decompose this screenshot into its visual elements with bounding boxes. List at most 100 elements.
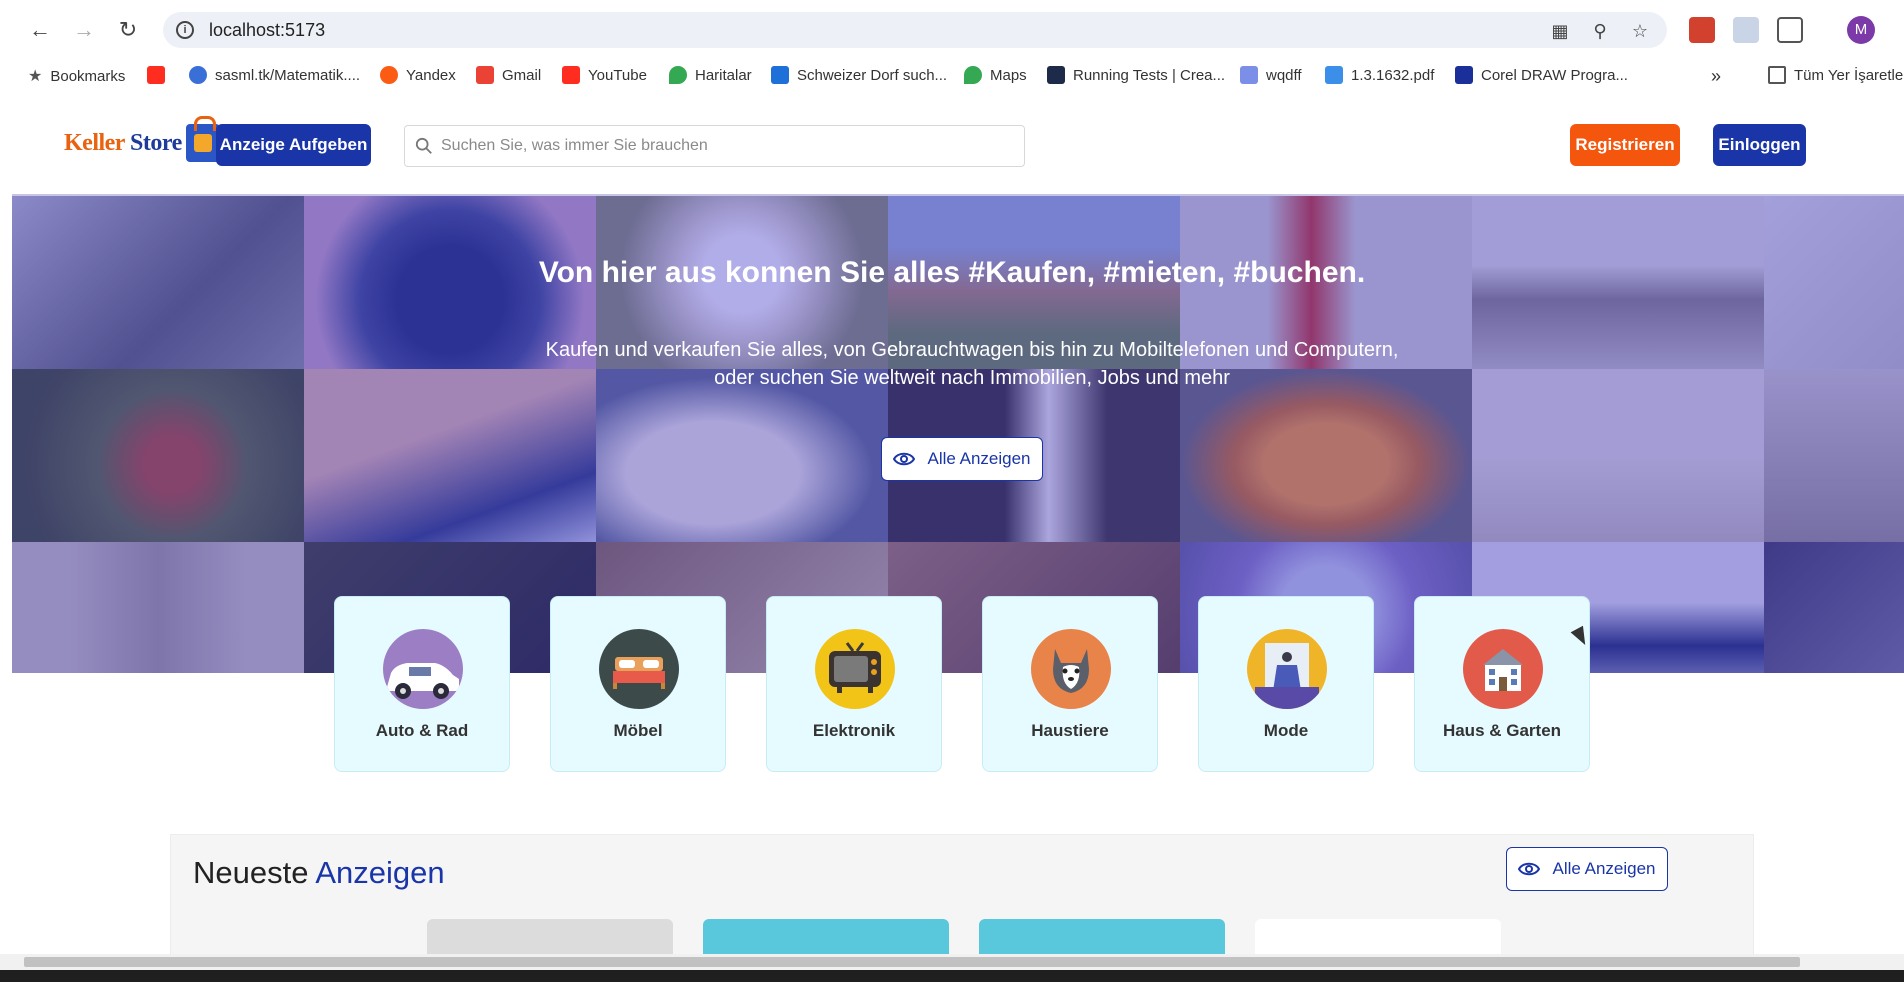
bookmark-label: Maps bbox=[990, 66, 1027, 84]
ad-card-image[interactable] bbox=[979, 919, 1225, 954]
site-icon bbox=[1240, 66, 1258, 84]
bookmark-label: Haritalar bbox=[695, 66, 752, 84]
category-label: Mode bbox=[1263, 721, 1309, 740]
site-icon bbox=[1455, 66, 1473, 84]
site-icon bbox=[771, 66, 789, 84]
ad-card-image[interactable] bbox=[427, 919, 673, 954]
site-info-icon[interactable]: i bbox=[176, 21, 194, 39]
ad-card-image[interactable] bbox=[1255, 919, 1501, 954]
gmail-icon bbox=[476, 66, 494, 84]
category-label: Haus & Garten bbox=[1442, 721, 1562, 740]
translate-icon[interactable]: ▦ bbox=[1549, 20, 1571, 42]
bookmark-label: Tüm Yer İşaretle bbox=[1794, 66, 1904, 84]
pdf-icon bbox=[1325, 66, 1343, 84]
bookmark-label: Running Tests | Crea... bbox=[1073, 66, 1226, 84]
hero-subtitle: Kaufen und verkaufen Sie alles, von Gebr… bbox=[545, 339, 1399, 389]
yandex-icon bbox=[380, 66, 398, 84]
extension-icon[interactable] bbox=[1733, 17, 1759, 43]
shopping-bag-icon bbox=[185, 116, 220, 162]
os-taskbar bbox=[0, 970, 1904, 982]
extension-icon[interactable] bbox=[1689, 17, 1715, 43]
ad-card-image[interactable] bbox=[703, 919, 949, 954]
search-box[interactable] bbox=[404, 125, 1025, 167]
category-card-furniture[interactable]: Möbel bbox=[550, 596, 726, 772]
more-bookmarks-icon[interactable]: » bbox=[1711, 66, 1721, 87]
car-icon bbox=[383, 629, 463, 709]
site-logo[interactable]: Keller Store bbox=[64, 116, 220, 162]
category-card-pets[interactable]: Haustiere bbox=[982, 596, 1158, 772]
bed-icon bbox=[599, 629, 679, 709]
house-icon bbox=[1463, 629, 1543, 709]
horizontal-scrollbar[interactable] bbox=[0, 954, 1904, 970]
bookmark-label: Bookmarks bbox=[50, 67, 126, 85]
profile-avatar[interactable]: M bbox=[1847, 16, 1875, 44]
youtube-icon bbox=[147, 66, 165, 84]
logo-text: Keller Store bbox=[64, 129, 182, 156]
bookmark-label: Yandex bbox=[406, 66, 456, 84]
register-button[interactable]: Registrieren bbox=[1570, 124, 1680, 166]
tv-icon bbox=[815, 629, 895, 709]
bookmark-item[interactable]: Yandex bbox=[380, 66, 456, 84]
bookmark-item[interactable]: sasml.tk/Matematik.... bbox=[189, 66, 360, 84]
zoom-icon[interactable]: ⚲ bbox=[1589, 20, 1611, 42]
site-icon bbox=[1047, 66, 1065, 84]
category-label: Auto & Rad bbox=[375, 721, 469, 740]
bookmark-item[interactable]: 1.3.1632.pdf bbox=[1325, 66, 1434, 84]
category-card-auto[interactable]: Auto & Rad bbox=[334, 596, 510, 772]
bookmark-item[interactable]: ★ Bookmarks bbox=[28, 66, 125, 86]
section-title: Neueste Anzeigen bbox=[193, 855, 445, 890]
youtube-icon bbox=[562, 66, 580, 84]
all-ads-button-label: Alle Anzeigen bbox=[1552, 859, 1656, 878]
login-button[interactable]: Einloggen bbox=[1713, 124, 1806, 166]
all-ads-button-label: Alle Anzeigen bbox=[927, 449, 1031, 468]
bookmark-label: wqdff bbox=[1266, 66, 1302, 84]
bookmark-item[interactable]: Running Tests | Crea... bbox=[1047, 66, 1225, 84]
category-label: Möbel bbox=[613, 721, 663, 740]
bookmark-item[interactable]: Corel DRAW Progra... bbox=[1455, 66, 1628, 84]
scrollbar-thumb[interactable] bbox=[24, 957, 1800, 967]
eye-icon bbox=[893, 452, 916, 466]
all-ads-button[interactable]: Alle Anzeigen bbox=[1506, 847, 1668, 891]
bookmark-item[interactable]: wqdff bbox=[1240, 66, 1302, 84]
latest-ads-section: Neueste Anzeigen Alle Anzeigen bbox=[170, 834, 1754, 954]
bookmark-label: Corel DRAW Progra... bbox=[1481, 66, 1628, 84]
reload-icon[interactable]: ↻ bbox=[112, 14, 144, 46]
extensions-puzzle-icon[interactable] bbox=[1777, 17, 1803, 43]
hero-banner: Von hier aus konnen Sie alles #Kaufen, #… bbox=[12, 194, 1904, 673]
category-card-fashion[interactable]: Mode bbox=[1198, 596, 1374, 772]
address-bar[interactable]: i localhost:5173 ▦ ⚲ ☆ bbox=[163, 12, 1667, 48]
site-icon bbox=[189, 66, 207, 84]
fashion-icon bbox=[1247, 629, 1327, 709]
category-card-electronics[interactable]: Elektronik bbox=[766, 596, 942, 772]
forward-icon[interactable]: → bbox=[68, 14, 100, 46]
maps-icon bbox=[964, 66, 982, 84]
all-ads-button[interactable]: Alle Anzeigen bbox=[881, 437, 1043, 481]
bookmark-label: Gmail bbox=[502, 66, 542, 84]
bookmark-label: YouTube bbox=[588, 66, 647, 84]
category-label: Haustiere bbox=[1031, 721, 1109, 740]
bookmark-label: Schweizer Dorf such... bbox=[797, 66, 948, 84]
back-icon[interactable]: ← bbox=[24, 14, 56, 46]
bookmark-item[interactable]: Haritalar bbox=[669, 66, 752, 84]
category-card-house-garden[interactable]: Haus & Garten bbox=[1414, 596, 1590, 772]
post-ad-button[interactable]: Anzeige Aufgeben bbox=[216, 124, 371, 166]
address-bar-url[interactable]: localhost:5173 bbox=[209, 20, 325, 41]
category-label: Elektronik bbox=[812, 721, 896, 740]
bookmark-item[interactable] bbox=[147, 66, 165, 84]
dog-icon bbox=[1031, 629, 1111, 709]
web-page: Keller Store Anzeige Aufgeben Registrier… bbox=[12, 92, 1904, 954]
maps-icon bbox=[669, 66, 687, 84]
bookmark-label: sasml.tk/Matematik.... bbox=[215, 66, 361, 84]
bookmark-star-icon[interactable]: ☆ bbox=[1629, 20, 1651, 42]
bookmarks-bar: ★ Bookmarks sasml.tk/Matematik.... Yande… bbox=[0, 60, 1904, 92]
star-icon: ★ bbox=[28, 68, 43, 85]
site-header: Keller Store Anzeige Aufgeben Registrier… bbox=[12, 92, 1904, 194]
bookmark-folder[interactable]: Tüm Yer İşaretle bbox=[1768, 66, 1903, 84]
eye-icon bbox=[1518, 862, 1541, 876]
bookmark-item[interactable]: Maps bbox=[964, 66, 1027, 84]
bookmark-item[interactable]: Gmail bbox=[476, 66, 541, 84]
search-icon bbox=[415, 137, 432, 154]
bookmark-item[interactable]: Schweizer Dorf such... bbox=[771, 66, 947, 84]
bookmark-item[interactable]: YouTube bbox=[562, 66, 647, 84]
search-input[interactable] bbox=[441, 126, 1011, 166]
